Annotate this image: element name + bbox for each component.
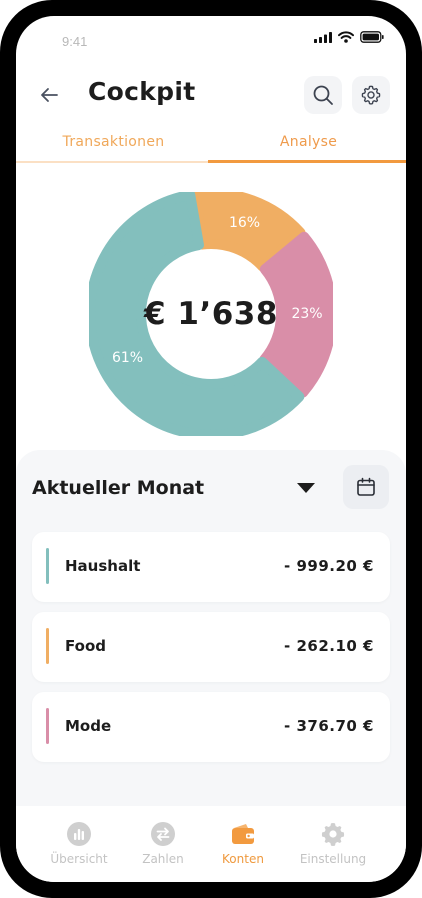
wallet-icon bbox=[232, 824, 254, 844]
nav-item-einstellung[interactable]: Einstellung bbox=[284, 821, 382, 866]
category-card-mode[interactable]: Mode - 376.70 € bbox=[32, 692, 390, 762]
summary-sheet: Aktueller Monat Haushalt - 999.20 € Food… bbox=[16, 450, 406, 830]
donut-chart: € 1’638 16% 23% 61% bbox=[85, 188, 337, 440]
status-time: 9:41 bbox=[62, 34, 88, 49]
category-card-food[interactable]: Food - 262.10 € bbox=[32, 612, 390, 682]
nav-item-konten[interactable]: Konten bbox=[194, 821, 292, 866]
tab-underline-active bbox=[208, 160, 406, 163]
tab-transaktionen[interactable]: Transaktionen bbox=[16, 128, 211, 164]
category-name: Haushalt bbox=[65, 557, 141, 575]
caret-down-icon[interactable] bbox=[296, 481, 316, 495]
category-name: Food bbox=[65, 637, 106, 655]
category-name: Mode bbox=[65, 717, 112, 735]
tab-bar: Transaktionen Analyse bbox=[16, 128, 406, 166]
page-title: Cockpit bbox=[88, 77, 196, 106]
slice-label: 61% bbox=[111, 350, 144, 367]
back-button[interactable] bbox=[34, 80, 64, 110]
wifi-icon bbox=[338, 31, 354, 43]
slice-label: 23% bbox=[291, 305, 323, 322]
gear-icon bbox=[361, 85, 381, 105]
tab-underline bbox=[16, 161, 208, 163]
nav-label: Konten bbox=[222, 852, 264, 866]
signal-icon bbox=[314, 31, 332, 43]
category-color-bar bbox=[46, 708, 49, 744]
category-amount: - 376.70 € bbox=[284, 717, 374, 735]
transfer-icon bbox=[151, 822, 175, 846]
arrow-left-icon bbox=[41, 88, 58, 102]
nav-label: Einstellung bbox=[299, 852, 367, 866]
battery-icon bbox=[360, 31, 384, 43]
bottom-nav: Übersicht Zahlen Konten Einstellung bbox=[16, 806, 406, 882]
calendar-button[interactable] bbox=[343, 465, 389, 509]
bar-chart-icon bbox=[67, 822, 91, 846]
settings-button[interactable] bbox=[352, 76, 390, 114]
slice-label: 16% bbox=[228, 215, 261, 232]
category-amount: - 999.20 € bbox=[284, 557, 374, 575]
category-color-bar bbox=[46, 548, 49, 584]
period-label: Aktueller Monat bbox=[32, 477, 205, 499]
app-screen: 9:41 Cockpit Transaktionen Analyse € 1’6… bbox=[16, 16, 406, 882]
category-card-haushalt[interactable]: Haushalt - 999.20 € bbox=[32, 532, 390, 602]
status-icons bbox=[314, 31, 384, 43]
tab-analyse[interactable]: Analyse bbox=[211, 128, 406, 164]
gear-icon bbox=[321, 823, 345, 846]
calendar-icon bbox=[357, 477, 375, 496]
category-amount: - 262.10 € bbox=[284, 637, 374, 655]
category-color-bar bbox=[46, 628, 49, 664]
phone-frame: 9:41 Cockpit Transaktionen Analyse € 1’6… bbox=[0, 0, 422, 898]
search-button[interactable] bbox=[304, 76, 342, 114]
search-icon bbox=[313, 85, 333, 105]
